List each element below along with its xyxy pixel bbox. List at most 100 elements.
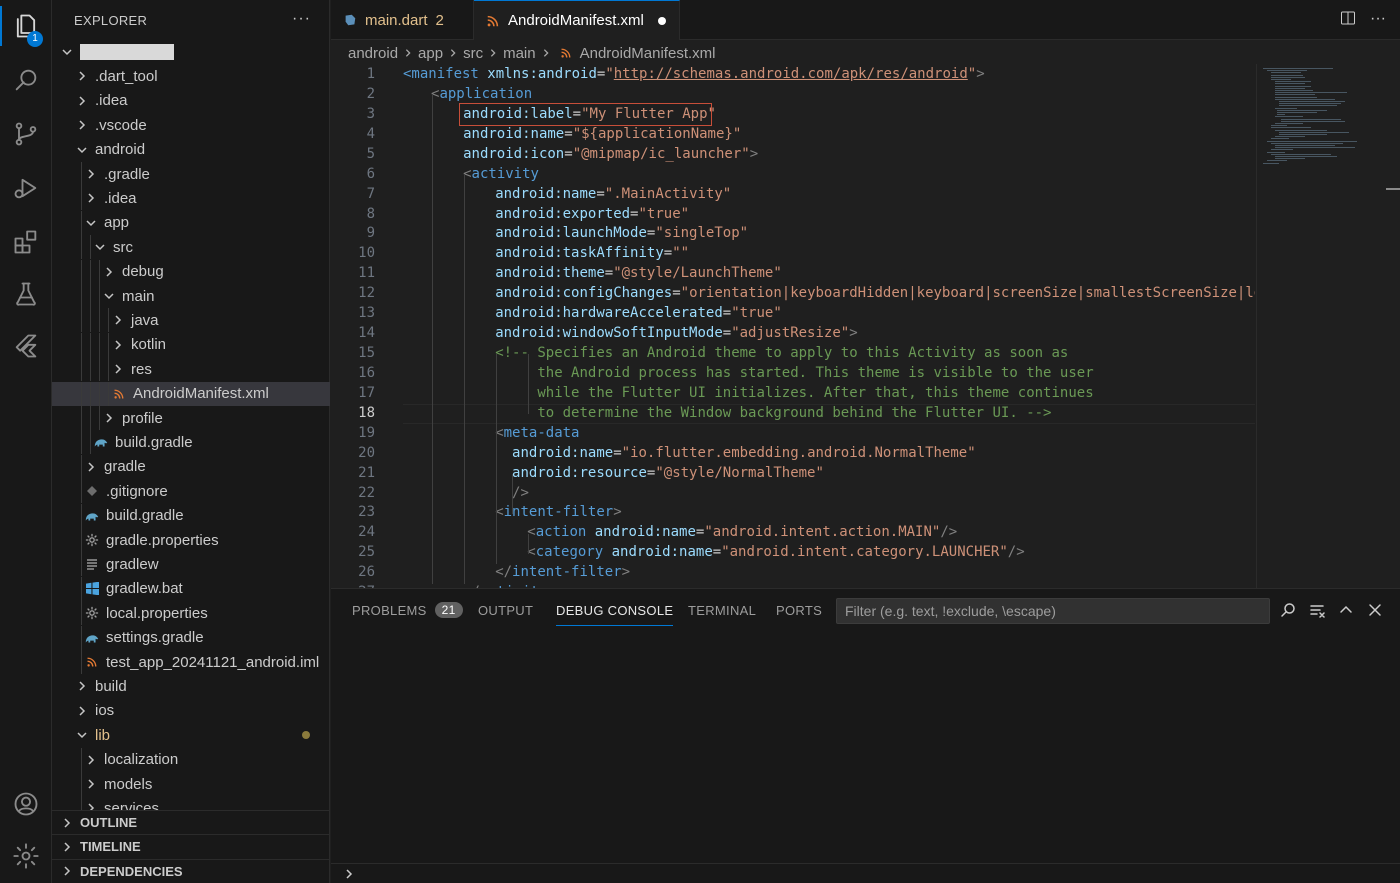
chevron-right-icon[interactable]	[84, 753, 98, 767]
section-outline[interactable]: OUTLINE	[52, 810, 330, 834]
chevron-right-icon[interactable]	[75, 69, 89, 83]
explorer-icon[interactable]: 1	[0, 2, 52, 50]
editor-more-icon[interactable]: ···	[1370, 10, 1386, 31]
source-control-icon[interactable]	[0, 110, 52, 158]
folder-item[interactable]: .gradle	[52, 162, 330, 186]
file-item[interactable]: test_app_20241121_android.iml	[52, 650, 330, 674]
folder-item[interactable]: src	[52, 235, 330, 260]
folder-item[interactable]: main	[52, 284, 330, 308]
folder-item[interactable]	[52, 40, 330, 64]
file-item[interactable]: build.gradle	[52, 503, 330, 528]
chevron-down-icon[interactable]	[93, 240, 107, 254]
unsaved-dot-icon[interactable]	[657, 16, 666, 25]
chevron-right-icon[interactable]	[75, 704, 89, 718]
minimap[interactable]	[1256, 64, 1386, 588]
tab-main-dart[interactable]: main.dart 2	[331, 0, 474, 40]
folder-item[interactable]: models	[52, 772, 330, 796]
tab-terminal[interactable]: TERMINAL	[688, 599, 756, 621]
run-debug-icon[interactable]	[0, 164, 52, 212]
chevron-right-icon[interactable]	[75, 94, 89, 108]
folder-item[interactable]: services	[52, 796, 330, 810]
chevron-down-icon[interactable]	[75, 728, 89, 742]
code-token: android:hardwareAccelerated	[495, 305, 723, 322]
breadcrumb-item[interactable]: app	[418, 45, 443, 62]
tree-item-label: gradlew	[106, 555, 159, 573]
chevron-right-icon[interactable]	[84, 801, 98, 810]
close-icon[interactable]	[1364, 599, 1386, 621]
filter-input[interactable]	[836, 598, 1270, 624]
chevron-right-icon[interactable]	[75, 118, 89, 132]
tab-problems[interactable]: PROBLEMS 21	[352, 599, 463, 621]
folder-item[interactable]: .idea	[52, 186, 330, 211]
breadcrumb-item[interactable]: main	[503, 45, 536, 62]
tab-output[interactable]: OUTPUT	[478, 599, 533, 621]
account-icon[interactable]	[0, 780, 52, 828]
folder-item[interactable]: .idea	[52, 89, 330, 113]
code-token: =	[604, 265, 614, 282]
file-item[interactable]: local.properties	[52, 601, 330, 626]
folder-item[interactable]: build	[52, 674, 330, 698]
code-editor[interactable]: 1 2 3 4 5 6 7 8 9 10 11 12 13 14 15 16 17 18 19 20 21 22 23 24 2…	[331, 64, 1400, 588]
folder-item[interactable]: gradle	[52, 454, 330, 479]
code-line: while the Flutter UI initializes. After …	[495, 383, 1093, 403]
clear-console-icon[interactable]	[1306, 599, 1328, 621]
scrollbar-indicator[interactable]	[1386, 188, 1400, 190]
tab-ports[interactable]: PORTS	[776, 599, 822, 621]
file-item[interactable]: settings.gradle	[52, 625, 330, 650]
chevron-right-icon[interactable]	[84, 191, 98, 205]
chevron-right-icon[interactable]	[84, 167, 98, 181]
folder-item[interactable]: profile	[52, 406, 330, 430]
folder-item[interactable]: kotlin	[52, 332, 330, 357]
chevron-right-icon[interactable]	[102, 411, 116, 425]
folder-item[interactable]: res	[52, 357, 330, 382]
flutter-icon[interactable]	[0, 322, 52, 370]
indent-guide	[90, 430, 91, 455]
chevron-down-icon[interactable]	[84, 216, 98, 230]
code-token: =	[663, 245, 673, 262]
file-item[interactable]: .gitignore	[52, 479, 330, 504]
more-actions-icon[interactable]: ···	[292, 10, 311, 28]
breadcrumb-item[interactable]: src	[463, 45, 483, 62]
file-item[interactable]: gradlew.bat	[52, 576, 330, 601]
chevron-right-icon[interactable]	[111, 313, 125, 327]
section-dependencies[interactable]: DEPENDENCIES	[52, 858, 330, 883]
chevron-down-icon[interactable]	[75, 143, 89, 157]
file-item[interactable]: build.gradle	[52, 430, 330, 455]
extensions-icon[interactable]	[0, 218, 52, 266]
folder-item[interactable]: ios	[52, 699, 330, 723]
indent-guide	[108, 308, 109, 333]
file-item[interactable]: gradlew	[52, 552, 330, 577]
chevron-right-icon[interactable]	[111, 362, 125, 376]
breadcrumb-item[interactable]: AndroidManifest.xml	[580, 45, 716, 62]
chevron-right-icon[interactable]	[102, 265, 116, 279]
section-timeline[interactable]: TIMELINE	[52, 834, 330, 858]
folder-item[interactable]: java	[52, 308, 330, 333]
folder-item[interactable]: debug	[52, 259, 330, 284]
folder-item[interactable]: .vscode	[52, 113, 330, 137]
breadcrumb-item[interactable]: android	[348, 45, 398, 62]
console-input[interactable]	[331, 863, 1400, 883]
folder-item[interactable]: localization	[52, 747, 330, 772]
search-icon[interactable]	[0, 56, 52, 104]
testing-icon[interactable]	[0, 270, 52, 318]
folder-item[interactable]: android	[52, 138, 330, 162]
chevron-right-icon[interactable]	[75, 679, 89, 693]
chevron-right-icon[interactable]	[84, 460, 98, 474]
settings-gear-icon[interactable]	[0, 832, 52, 880]
file-item[interactable]: AndroidManifest.xml	[52, 381, 330, 406]
chevron-up-icon[interactable]	[1335, 599, 1357, 621]
chevron-right-icon[interactable]	[84, 777, 98, 791]
tab-debug-console[interactable]: DEBUG CONSOLE	[556, 599, 674, 626]
split-editor-icon[interactable]	[1340, 10, 1356, 31]
chevron-down-icon[interactable]	[60, 45, 74, 59]
file-item[interactable]: gradle.properties	[52, 528, 330, 552]
minimap-line	[1275, 129, 1327, 131]
folder-item[interactable]: app	[52, 210, 330, 235]
chevron-right-icon[interactable]	[111, 338, 125, 352]
chevron-down-icon[interactable]	[102, 289, 116, 303]
code-content[interactable]: <manifest xmlns:android = "http://schemas.…	[403, 64, 1255, 588]
folder-item[interactable]: lib	[52, 723, 330, 747]
search-icon[interactable]	[1277, 599, 1299, 621]
folder-item[interactable]: .dart_tool	[52, 64, 330, 88]
tab-androidmanifest[interactable]: AndroidManifest.xml	[474, 0, 680, 40]
